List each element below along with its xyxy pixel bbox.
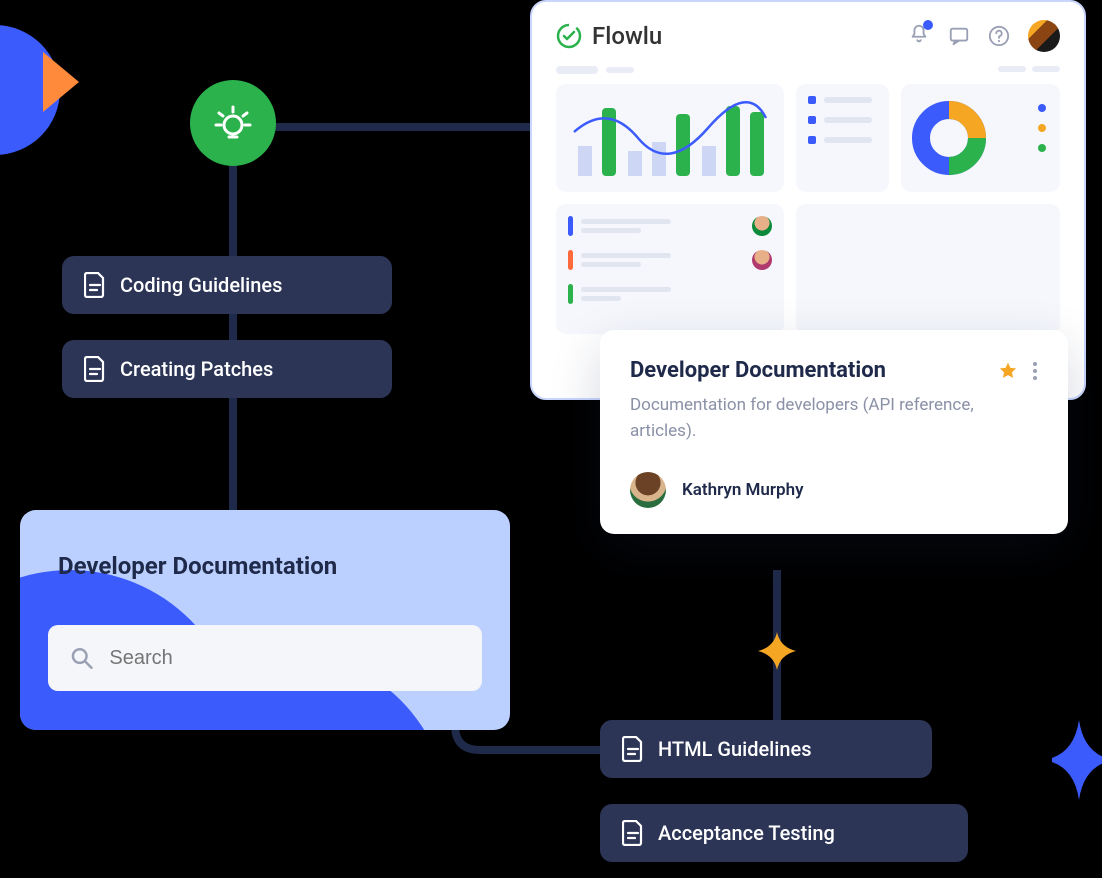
chip-coding-guidelines[interactable]: Coding Guidelines <box>62 256 392 314</box>
widget-chart[interactable] <box>556 84 784 192</box>
chip-label: Coding Guidelines <box>120 273 282 297</box>
star-icon[interactable] <box>998 361 1018 381</box>
author-name: Kathryn Murphy <box>682 480 804 500</box>
widget-donut[interactable] <box>901 84 1060 192</box>
connector-line <box>270 122 540 132</box>
chip-creating-patches[interactable]: Creating Patches <box>62 340 392 398</box>
app-body <box>532 66 1084 334</box>
doc-card-title: Developer Documentation <box>630 358 886 383</box>
donut-chart-icon <box>911 100 987 176</box>
decorative-orange-sparkle <box>758 632 796 670</box>
more-icon[interactable] <box>1032 361 1038 381</box>
widget-activity-feed[interactable] <box>556 204 784 334</box>
app-logo[interactable]: Flowlu <box>556 22 662 50</box>
search-card-title: Developer Documentation <box>58 552 337 580</box>
avatar-icon <box>752 216 772 236</box>
app-header: Flowlu <box>532 2 1084 66</box>
skeleton-header-row <box>556 66 1060 74</box>
author-avatar <box>630 472 666 508</box>
flowlu-logo-icon <box>556 23 582 49</box>
notification-bell-button[interactable] <box>908 23 930 49</box>
app-name: Flowlu <box>592 22 662 50</box>
search-card: Developer Documentation <box>20 510 510 730</box>
user-avatar[interactable] <box>1028 20 1060 52</box>
notification-dot <box>923 20 933 30</box>
document-icon <box>84 272 106 298</box>
doc-card-description: Documentation for developers (API refere… <box>630 393 1038 444</box>
doc-detail-card: Developer Documentation Documentation fo… <box>600 330 1068 534</box>
chip-label: Creating Patches <box>120 357 273 381</box>
search-input-container[interactable] <box>48 625 482 691</box>
search-input[interactable] <box>109 647 460 670</box>
widget-empty[interactable] <box>796 204 1060 334</box>
decorative-orange-triangle <box>43 52 79 112</box>
app-header-icons <box>908 20 1060 52</box>
lightbulb-icon <box>211 101 255 145</box>
decorative-blue-sparkle <box>1052 720 1102 800</box>
chip-html-guidelines[interactable]: HTML Guidelines <box>600 720 932 778</box>
document-icon <box>84 356 106 382</box>
chip-label: Acceptance Testing <box>658 821 835 845</box>
chat-icon[interactable] <box>948 25 970 47</box>
chip-label: HTML Guidelines <box>658 737 812 761</box>
document-icon <box>622 820 644 846</box>
widget-list[interactable] <box>796 84 889 192</box>
document-icon <box>622 736 644 762</box>
idea-bulb-badge <box>190 80 276 166</box>
search-icon <box>70 645 93 671</box>
chip-acceptance-testing[interactable]: Acceptance Testing <box>600 804 968 862</box>
help-icon[interactable] <box>988 25 1010 47</box>
mini-bar-line-chart <box>568 96 772 180</box>
doc-card-author[interactable]: Kathryn Murphy <box>630 472 1038 508</box>
avatar-icon <box>752 250 772 270</box>
